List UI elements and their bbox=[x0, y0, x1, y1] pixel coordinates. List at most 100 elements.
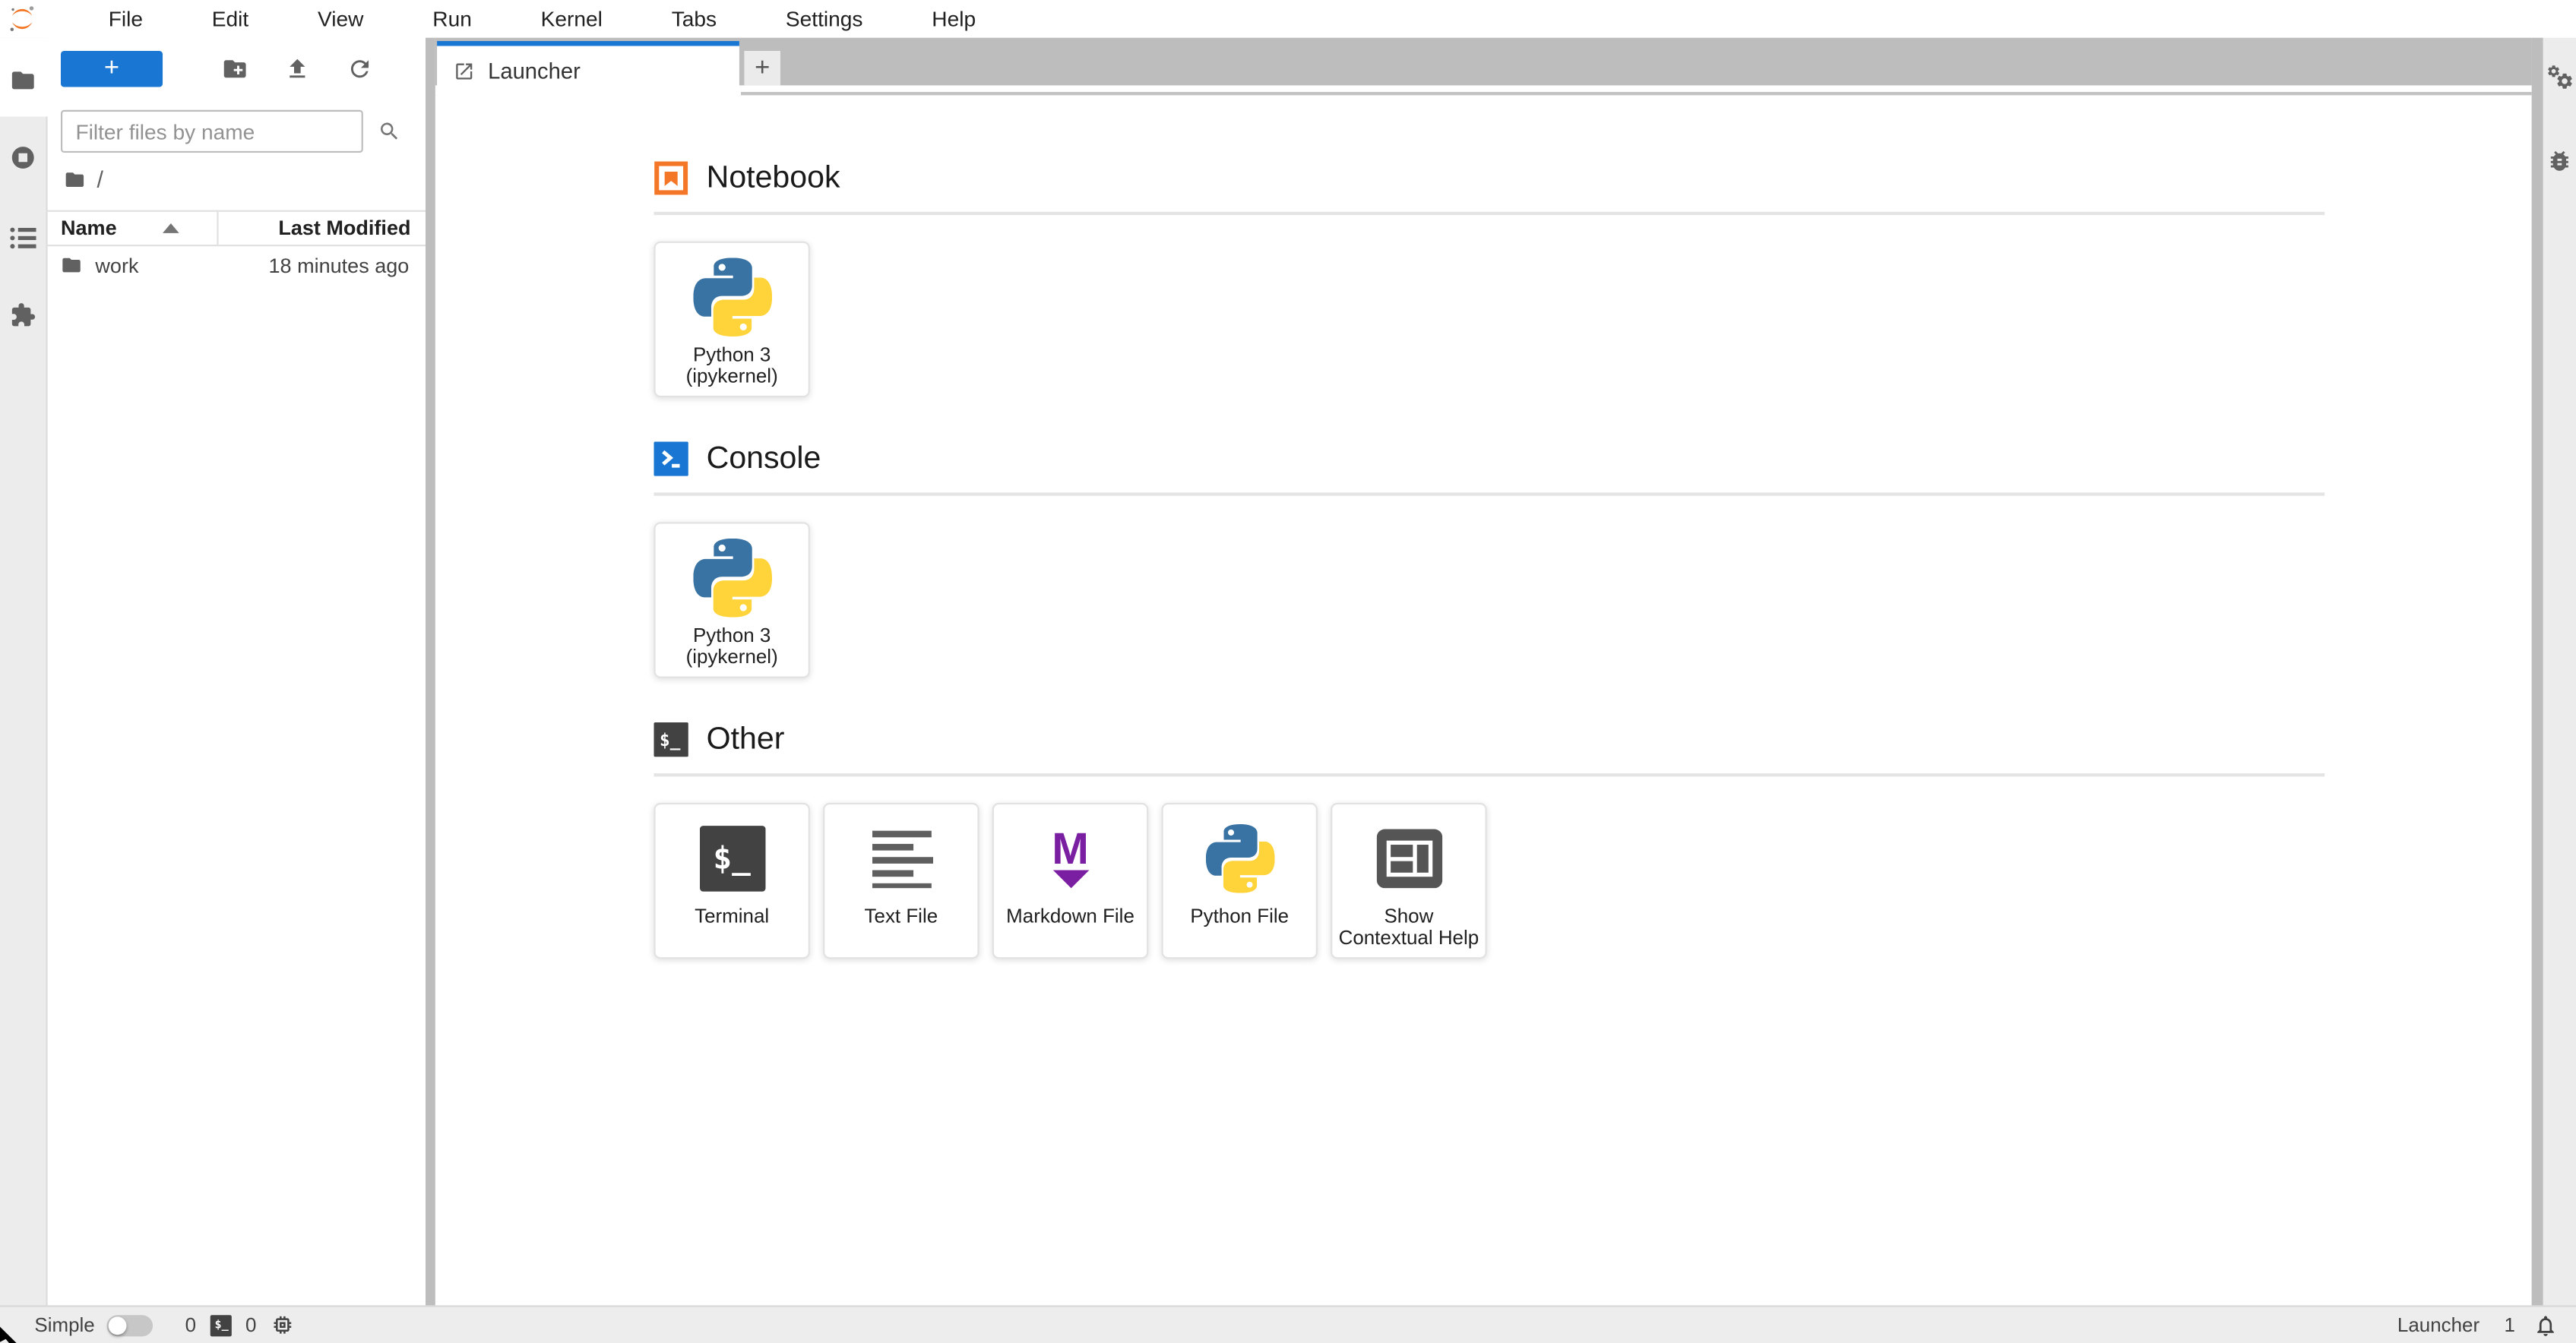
property-inspector-tab-icon[interactable] bbox=[2546, 64, 2573, 90]
python-logo-icon bbox=[656, 253, 809, 342]
other-cards: $_ Terminal Text File M Markdown File Py… bbox=[653, 802, 2324, 959]
jupyter-logo-icon bbox=[10, 6, 34, 31]
sort-ascending-icon bbox=[163, 223, 179, 233]
file-browser-tab-icon[interactable] bbox=[10, 68, 36, 94]
launcher-section-other: $_ Other $_ Terminal Text File M Markdow… bbox=[653, 721, 2325, 959]
section-header-other: $_ Other bbox=[653, 721, 2324, 759]
card-label-line1: Terminal bbox=[695, 904, 770, 928]
launcher-body: Notebook Python 3 (ipykernel) Console Py… bbox=[435, 95, 2532, 1306]
menu-bar: File Edit View Run Kernel Tabs Settings … bbox=[0, 0, 2576, 38]
card-label-line1: Python 3 bbox=[692, 624, 771, 647]
right-panel-splitter[interactable] bbox=[2531, 37, 2543, 1306]
menu-edit[interactable]: Edit bbox=[177, 7, 283, 31]
menu-settings[interactable]: Settings bbox=[752, 7, 897, 31]
filter-files-input[interactable] bbox=[60, 109, 363, 153]
section-title: Console bbox=[706, 441, 821, 476]
home-folder-icon[interactable] bbox=[64, 169, 85, 190]
kernel-count[interactable]: 0 bbox=[245, 1313, 256, 1336]
debugger-tab-icon[interactable] bbox=[2546, 148, 2573, 175]
file-browser-toolbar: + bbox=[48, 38, 426, 87]
panel-splitter[interactable] bbox=[425, 37, 435, 1306]
right-activity-bar bbox=[2543, 37, 2576, 1306]
card-label-line1: Show bbox=[1384, 904, 1434, 928]
terminal-count[interactable]: 0 bbox=[185, 1313, 196, 1336]
section-header-console: Console bbox=[653, 440, 2324, 478]
menu-view[interactable]: View bbox=[283, 7, 398, 31]
menu-run[interactable]: Run bbox=[398, 7, 506, 31]
launcher-card-terminal[interactable]: $_ Terminal bbox=[653, 802, 810, 959]
launcher-card-show-contextual-help[interactable]: Show Contextual Help bbox=[1331, 802, 1487, 959]
table-of-contents-tab-icon[interactable] bbox=[10, 225, 36, 251]
left-activity-bar bbox=[0, 37, 48, 1306]
column-header-last-modified[interactable]: Last Modified bbox=[219, 216, 413, 239]
new-launcher-button[interactable]: + bbox=[60, 51, 163, 87]
section-title: Other bbox=[706, 721, 785, 757]
notification-bell-icon[interactable] bbox=[2533, 1313, 2558, 1337]
notebook-cards: Python 3 (ipykernel) bbox=[653, 241, 2324, 398]
console-icon bbox=[653, 441, 688, 476]
launcher-card-markdown-file[interactable]: M Markdown File bbox=[992, 802, 1149, 959]
menu-file[interactable]: File bbox=[74, 7, 177, 31]
console-cards: Python 3 (ipykernel) bbox=[653, 522, 2324, 678]
card-label-line2: (ipykernel) bbox=[685, 645, 778, 668]
terminal-prompt-glyph: $_ bbox=[214, 1318, 229, 1332]
python-logo-icon bbox=[656, 533, 809, 622]
file-row-work[interactable]: work 18 minutes ago bbox=[48, 246, 426, 284]
tab-launcher[interactable]: Launcher bbox=[437, 41, 739, 96]
upload-files-button[interactable] bbox=[284, 55, 311, 82]
status-bar-right: Launcher 1 bbox=[2397, 1313, 2558, 1337]
section-header-notebook: Notebook bbox=[653, 160, 2324, 198]
launcher-card-text-file[interactable]: Text File bbox=[823, 802, 979, 959]
running-sessions-tab-icon[interactable] bbox=[10, 144, 36, 171]
section-divider bbox=[653, 211, 2325, 216]
column-name-label: Name bbox=[60, 216, 117, 240]
card-label-line2: (ipykernel) bbox=[685, 364, 778, 388]
svg-text:$_: $_ bbox=[660, 731, 681, 750]
simple-mode-label: Simple bbox=[34, 1313, 95, 1337]
card-label-line1: Markdown File bbox=[1006, 904, 1135, 928]
new-tab-button[interactable]: + bbox=[744, 51, 780, 86]
launcher-section-console: Console Python 3 (ipykernel) bbox=[653, 440, 2325, 678]
breadcrumb: / bbox=[48, 166, 426, 192]
filter-files-field bbox=[60, 109, 413, 153]
card-label-line2: Contextual Help bbox=[1338, 926, 1479, 950]
terminal-prompt-glyph: $_ bbox=[713, 840, 751, 877]
tabbar-bottom-border bbox=[741, 85, 2532, 96]
menu-help[interactable]: Help bbox=[897, 7, 1011, 31]
main-area: + / bbox=[0, 37, 2576, 1306]
extensions-tab-icon[interactable] bbox=[10, 302, 36, 329]
refresh-file-list-button[interactable] bbox=[347, 55, 373, 82]
new-folder-button[interactable] bbox=[222, 55, 248, 82]
column-header-name[interactable]: Name bbox=[60, 211, 219, 245]
menu-items: File Edit View Run Kernel Tabs Settings … bbox=[74, 7, 1010, 31]
contextual-help-icon bbox=[1332, 814, 1485, 903]
menu-kernel[interactable]: Kernel bbox=[506, 7, 637, 31]
breadcrumb-root[interactable]: / bbox=[97, 166, 103, 192]
launcher-card-notebook-python3[interactable]: Python 3 (ipykernel) bbox=[653, 241, 810, 398]
card-label: Python 3 (ipykernel) bbox=[660, 344, 803, 388]
markdown-m-glyph: M bbox=[1052, 824, 1089, 874]
card-label: Terminal bbox=[660, 904, 803, 928]
jupyterlab-window: File Edit View Run Kernel Tabs Settings … bbox=[0, 0, 2576, 1343]
card-label: Show Contextual Help bbox=[1337, 904, 1480, 950]
terminal-icon: $_ bbox=[656, 814, 809, 903]
card-label: Text File bbox=[830, 905, 973, 927]
tab-bar: Launcher + bbox=[435, 37, 2532, 96]
card-label: Markdown File bbox=[998, 904, 1141, 928]
current-activity-label: Launcher bbox=[2397, 1313, 2480, 1337]
file-listing: Name Last Modified work 18 minutes ago bbox=[47, 210, 426, 284]
card-label: Python File bbox=[1168, 905, 1311, 927]
menu-tabs[interactable]: Tabs bbox=[637, 7, 751, 31]
launcher-card-python-file[interactable]: Python File bbox=[1161, 802, 1318, 959]
kernel-status-icon[interactable] bbox=[271, 1313, 294, 1336]
section-title: Notebook bbox=[706, 160, 840, 195]
terminal-status-icon[interactable]: $_ bbox=[210, 1314, 233, 1336]
launcher-tab-icon bbox=[456, 62, 473, 79]
simple-mode-toggle[interactable] bbox=[106, 1314, 153, 1336]
launcher-card-console-python3[interactable]: Python 3 (ipykernel) bbox=[653, 522, 810, 678]
notebook-icon bbox=[654, 161, 688, 195]
file-browser-panel: + / bbox=[47, 37, 426, 1306]
card-label: Python 3 (ipykernel) bbox=[660, 624, 803, 668]
file-name: work bbox=[95, 253, 139, 277]
section-divider bbox=[653, 492, 2325, 496]
